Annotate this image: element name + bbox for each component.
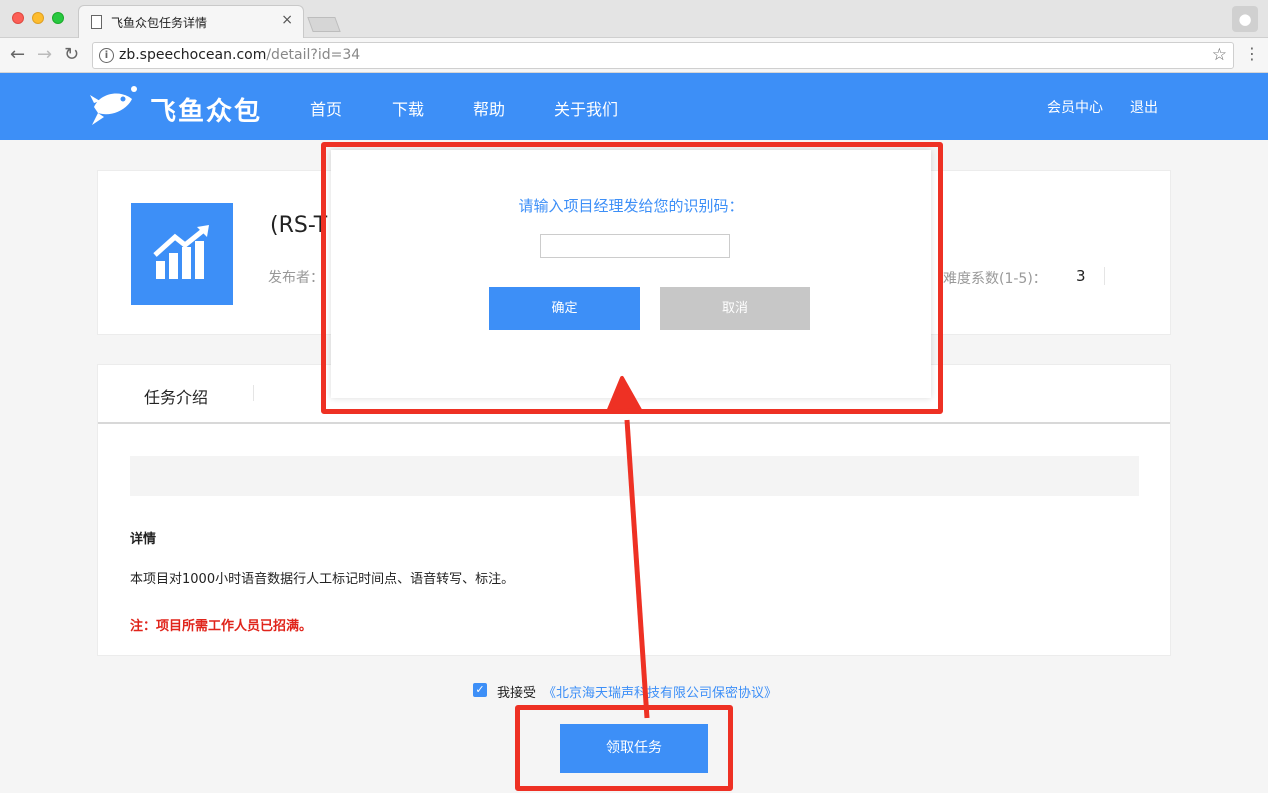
browser-toolbar: ← → ↻ i zb.speechocean.com/detail?id=34 … [0,38,1268,73]
url-path: /detail?id=34 [266,47,361,63]
menu-icon[interactable]: ⋮ [1244,44,1260,63]
intro-banner [130,456,1139,496]
divider [1104,267,1105,285]
page-icon [91,15,102,29]
agreement-checkbox[interactable]: ✓ [473,683,487,697]
minimize-window-button[interactable] [32,12,44,24]
tab-task-intro[interactable]: 任务介绍 [144,384,208,408]
annotation-box-dialog [321,142,943,414]
fish-logo-icon[interactable] [90,85,138,127]
publisher-label: 发布者： [268,270,324,286]
task-name: (RS-T [270,213,328,238]
agreement-text: 我接受 [497,686,537,701]
divider [253,385,254,401]
growth-chart-icon [153,225,209,279]
address-bar[interactable]: i zb.speechocean.com/detail?id=34 ☆ [92,42,1234,69]
tab-title: 飞鱼众包任务详情 [111,16,208,30]
logout-link[interactable]: 退出 [1130,97,1158,117]
nav-help[interactable]: 帮助 [473,96,505,120]
info-icon[interactable]: i [99,48,114,63]
tab-close-icon[interactable]: × [281,12,293,28]
site-header: 飞鱼众包 首页 下载 帮助 关于我们 会员中心 退出 [0,73,1268,140]
nav-home[interactable]: 首页 [310,96,342,120]
profile-icon[interactable]: ● [1232,6,1258,32]
logo-text[interactable]: 飞鱼众包 [150,91,262,128]
browser-tabbar: 飞鱼众包任务详情 × ● [0,0,1268,38]
reload-icon[interactable]: ↻ [64,44,79,66]
close-window-button[interactable] [12,12,24,24]
member-center-link[interactable]: 会员中心 [1047,97,1103,117]
url-host: zb.speechocean.com [119,47,267,63]
detail-title: 详情 [130,532,157,547]
difficulty-label: 难度系数(1-5)： [943,271,1047,287]
difficulty-value: 3 [1076,267,1086,285]
detail-text: 本项目对1000小时语音数据行人工标记时间点、语音转写、标注。 [130,572,515,587]
agreement-link[interactable]: 《北京海天瑞声科技有限公司保密协议》 [543,682,777,701]
new-tab-button[interactable] [307,17,341,32]
detail-note: 注：项目所需工作人员已招满。 [130,619,313,634]
nav-about[interactable]: 关于我们 [554,96,618,120]
back-icon[interactable]: ← [10,44,25,66]
annotation-box-button [515,705,733,791]
nav-download[interactable]: 下载 [392,96,424,120]
zoom-window-button[interactable] [52,12,64,24]
task-image [131,203,233,305]
star-icon[interactable]: ☆ [1212,45,1227,65]
browser-tab[interactable]: 飞鱼众包任务详情 × [78,5,304,38]
forward-icon[interactable]: → [37,44,52,66]
url-text[interactable]: zb.speechocean.com/detail?id=34 [119,47,360,63]
